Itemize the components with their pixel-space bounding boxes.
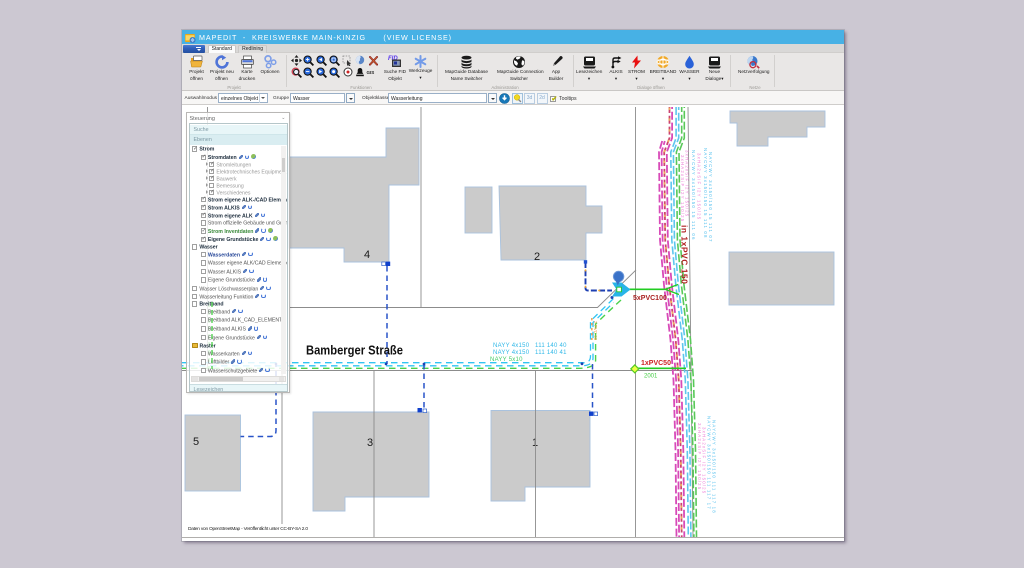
- svg-text:3xHA2xSiF I2Y 150/25: 3xHA2xSiF I2Y 150/25: [697, 153, 702, 220]
- svg-text:NAYY 4x150 111 140 41: NAYY 4x150 111 140 41: [493, 350, 567, 356]
- svg-text:in 1xPVC 150: in 1xPVC 150: [680, 225, 690, 284]
- svg-text:2001: 2001: [644, 374, 658, 380]
- svg-text:3xHA2xSiF I2Y 150/25: 3xHA2xSiF I2Y 150/25: [702, 427, 707, 494]
- svg-text:NAYCWY 3x150/150 111 117 17: NAYCWY 3x150/150 111 117 17: [707, 416, 712, 510]
- svg-text:5xPVC100: 5xPVC100: [633, 295, 667, 302]
- svg-text:4: 4: [364, 249, 370, 261]
- svg-text:Bamberger Straße: Bamberger Straße: [306, 343, 403, 358]
- svg-text:1xPVC50: 1xPVC50: [641, 360, 671, 367]
- svg-text:NAYCWY 3x150/150 15 111 08: NAYCWY 3x150/150 15 111 08: [703, 148, 708, 239]
- svg-text:5: 5: [193, 436, 199, 448]
- svg-text:NAYCWY 3x150/150 15 111 06: NAYCWY 3x150/150 15 111 06: [691, 150, 696, 241]
- svg-text:3: 3: [367, 437, 373, 449]
- svg-text:3xHA2xSiF I2Y 150/25: 3xHA2xSiF I2Y 150/25: [680, 155, 685, 222]
- svg-text:NAYY 4x150 111 140 40: NAYY 4x150 111 140 40: [493, 343, 567, 349]
- svg-text:3xHA2xSiF I2Y 150/25: 3xHA2xSiF I2Y 150/25: [697, 423, 702, 490]
- svg-text:NAYCWY 3x150/150 111 117 18: NAYCWY 3x150/150 111 117 18: [712, 420, 717, 514]
- svg-text:3xHA2xSiF I2Y 150/25: 3xHA2xSiF I2Y 150/25: [685, 150, 690, 217]
- svg-text:2: 2: [534, 251, 540, 263]
- svg-text:NAYCWY 3x150/150 15 111 07: NAYCWY 3x150/150 15 111 07: [708, 152, 713, 243]
- svg-text:NAYY 5x10: NAYY 5x10: [490, 357, 523, 363]
- svg-text:2 PVC 99: 2 PVC 99: [593, 321, 598, 341]
